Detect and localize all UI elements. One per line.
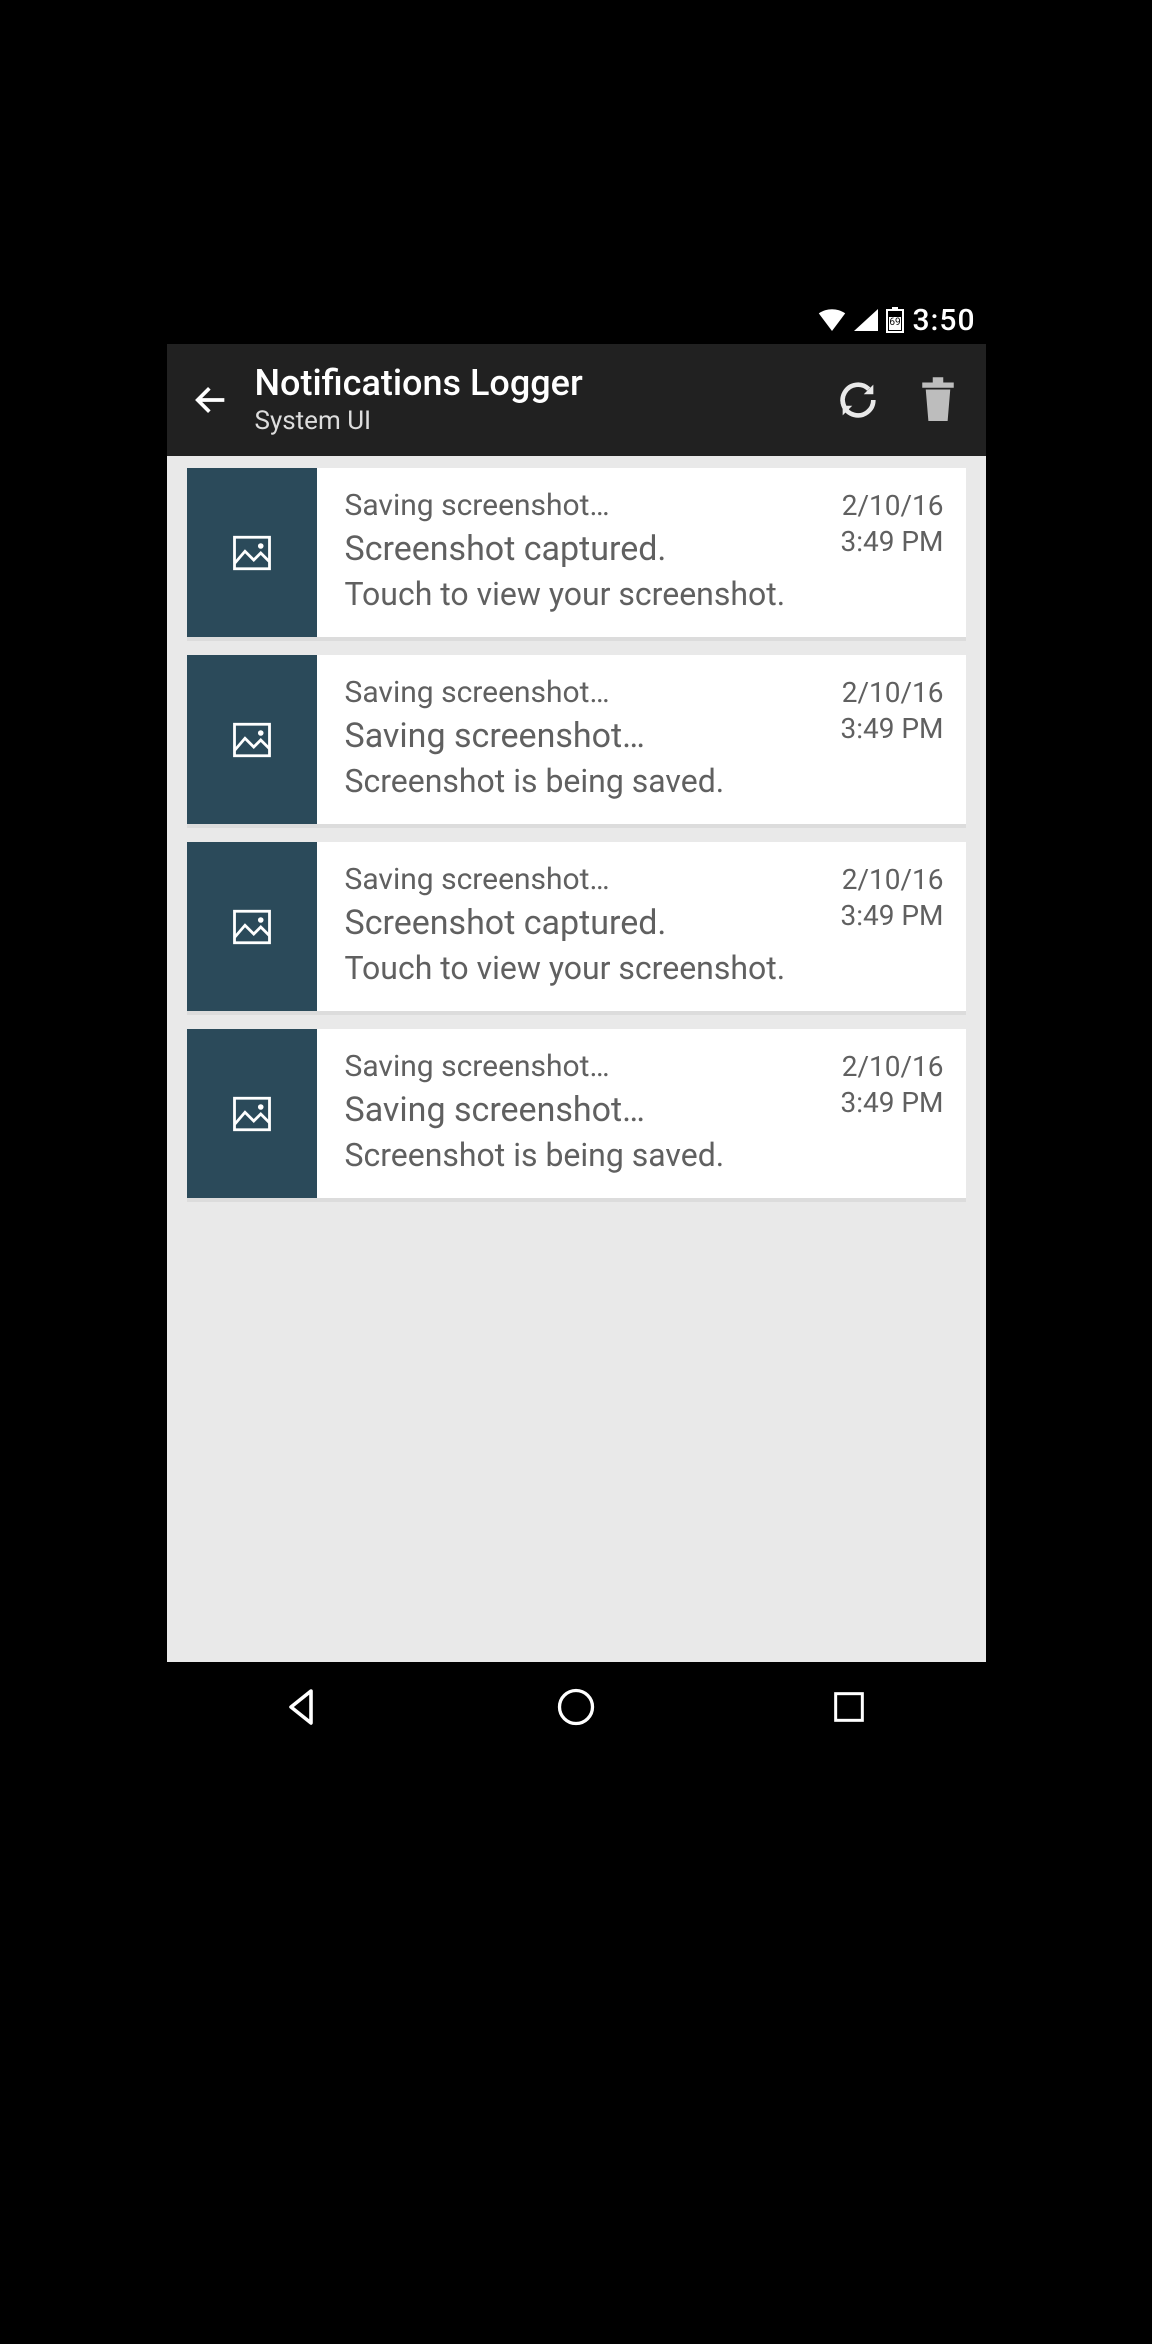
notification-thumbnail xyxy=(187,655,317,824)
nav-back-button[interactable] xyxy=(243,1677,363,1737)
notification-list: Saving screenshot… Screenshot captured. … xyxy=(167,456,986,1662)
notification-body: Saving screenshot… Screenshot captured. … xyxy=(317,468,966,637)
notification-thumbnail xyxy=(187,1029,317,1198)
svg-text:69: 69 xyxy=(890,317,901,328)
notification-title: Saving screenshot… xyxy=(345,675,831,710)
back-button[interactable] xyxy=(175,344,247,456)
app-title: Notifications Logger xyxy=(255,363,818,404)
notification-title: Saving screenshot… xyxy=(345,488,831,523)
notification-timestamp: 2/10/16 3:49 PM xyxy=(830,675,943,800)
notification-subtitle: Screenshot captured. xyxy=(345,903,831,943)
notification-time: 3:49 PM xyxy=(840,711,943,747)
cell-signal-icon xyxy=(854,309,878,331)
notification-detail: Screenshot is being saved. xyxy=(345,762,831,800)
status-bar: 69 3:50 xyxy=(167,296,986,344)
notification-text: Saving screenshot… Screenshot captured. … xyxy=(345,488,831,613)
notification-body: Saving screenshot… Screenshot captured. … xyxy=(317,842,966,1011)
notification-subtitle: Screenshot captured. xyxy=(345,529,831,569)
notification-text: Saving screenshot… Saving screenshot… Sc… xyxy=(345,675,831,800)
phone-frame: 69 3:50 Notifications Logger System UI S… xyxy=(167,296,986,1752)
notification-body: Saving screenshot… Saving screenshot… Sc… xyxy=(317,655,966,824)
notification-subtitle: Saving screenshot… xyxy=(345,1090,831,1130)
status-time: 3:50 xyxy=(912,303,975,338)
battery-icon: 69 xyxy=(886,307,904,333)
notification-thumbnail xyxy=(187,468,317,637)
navigation-bar xyxy=(167,1662,986,1752)
app-subtitle: System UI xyxy=(255,406,818,437)
notification-time: 3:49 PM xyxy=(840,898,943,934)
notification-item[interactable]: Saving screenshot… Screenshot captured. … xyxy=(187,468,966,641)
notification-text: Saving screenshot… Screenshot captured. … xyxy=(345,862,831,987)
notification-date: 2/10/16 xyxy=(840,1049,943,1085)
notification-item[interactable]: Saving screenshot… Saving screenshot… Sc… xyxy=(187,1029,966,1202)
notification-timestamp: 2/10/16 3:49 PM xyxy=(830,488,943,613)
delete-button[interactable] xyxy=(898,344,978,456)
notification-detail: Touch to view your screenshot. xyxy=(345,949,831,987)
notification-body: Saving screenshot… Saving screenshot… Sc… xyxy=(317,1029,966,1198)
app-bar-titles: Notifications Logger System UI xyxy=(247,363,818,438)
notification-timestamp: 2/10/16 3:49 PM xyxy=(830,1049,943,1174)
wifi-icon xyxy=(818,309,846,331)
nav-recent-button[interactable] xyxy=(789,1677,909,1737)
notification-timestamp: 2/10/16 3:49 PM xyxy=(830,862,943,987)
notification-date: 2/10/16 xyxy=(840,862,943,898)
notification-item[interactable]: Saving screenshot… Screenshot captured. … xyxy=(187,842,966,1015)
notification-title: Saving screenshot… xyxy=(345,862,831,897)
notification-date: 2/10/16 xyxy=(840,488,943,524)
notification-detail: Screenshot is being saved. xyxy=(345,1136,831,1174)
notification-thumbnail xyxy=(187,842,317,1011)
refresh-button[interactable] xyxy=(818,344,898,456)
notification-title: Saving screenshot… xyxy=(345,1049,831,1084)
notification-time: 3:49 PM xyxy=(840,1085,943,1121)
notification-text: Saving screenshot… Saving screenshot… Sc… xyxy=(345,1049,831,1174)
notification-item[interactable]: Saving screenshot… Saving screenshot… Sc… xyxy=(187,655,966,828)
nav-home-button[interactable] xyxy=(516,1677,636,1737)
notification-subtitle: Saving screenshot… xyxy=(345,716,831,756)
app-bar: Notifications Logger System UI xyxy=(167,344,986,456)
notification-time: 3:49 PM xyxy=(840,524,943,560)
notification-detail: Touch to view your screenshot. xyxy=(345,575,831,613)
notification-date: 2/10/16 xyxy=(840,675,943,711)
